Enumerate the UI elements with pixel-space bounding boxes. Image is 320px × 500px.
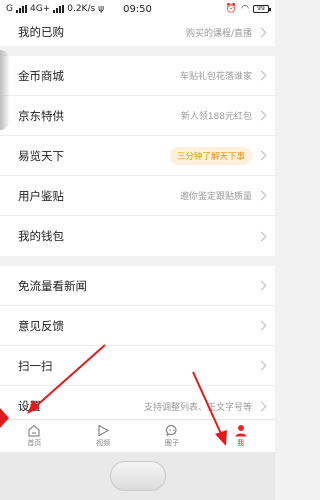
- menu-item-yilan[interactable]: 易览天下 三分钟了解天下事: [0, 136, 275, 176]
- menu-label: 免流量看新闻: [18, 278, 87, 293]
- chevron-right-icon: [256, 231, 267, 241]
- menu-label: 金币商城: [18, 68, 64, 83]
- menu-desc: 购买的课程/直播: [185, 28, 252, 39]
- system-nav-bar: [0, 452, 275, 500]
- menu-label: 我的已购: [18, 25, 64, 39]
- tab-label: 首页: [27, 439, 42, 447]
- chevron-right-icon: [256, 401, 267, 411]
- group-purchased: 我的已购 购买的课程/直播: [0, 18, 275, 46]
- chevron-right-icon: [256, 70, 267, 81]
- bottom-tab-bar: 首页 视频 圈子 我: [0, 419, 275, 452]
- tab-video[interactable]: 视频: [69, 420, 138, 452]
- tab-label: 视频: [96, 439, 111, 447]
- menu-label: 我的钱包: [18, 229, 64, 243]
- menu-label: 意见反馈: [18, 318, 64, 333]
- tab-me[interactable]: 我: [206, 420, 275, 452]
- chevron-right-icon: [256, 320, 267, 331]
- home-icon: [28, 424, 40, 437]
- edge-shade: [0, 50, 10, 130]
- status-bar: G 4G+ 0.2K/s ψ 09:50 ⏰ ◠ 99: [0, 0, 275, 18]
- menu-item-free-data[interactable]: 免流量看新闻: [0, 266, 275, 306]
- settings-list: 我的已购 购买的课程/直播 金币商城 车贴礼包花落谁家 京东特供 新人领188元…: [0, 18, 275, 426]
- chevron-right-icon: [256, 27, 267, 37]
- group-tools: 免流量看新闻 意见反馈 扫一扫 设置 支持调整列表、正文字号等: [0, 266, 275, 426]
- menu-item-wallet[interactable]: 我的钱包: [0, 216, 275, 256]
- home-key[interactable]: [109, 461, 166, 491]
- chevron-right-icon: [256, 190, 267, 201]
- chat-bubble-icon: [165, 424, 177, 437]
- tab-label: 我: [237, 439, 245, 447]
- menu-desc: 车贴礼包花落谁家: [179, 72, 252, 82]
- tab-label: 圈子: [164, 439, 179, 447]
- menu-item-feedback[interactable]: 意见反馈: [0, 306, 275, 346]
- menu-item-scan[interactable]: 扫一扫: [0, 346, 275, 386]
- chevron-right-icon: [256, 150, 267, 161]
- menu-item-purchased[interactable]: 我的已购 购买的课程/直播: [0, 18, 275, 46]
- promo-badge: 三分钟了解天下事: [169, 146, 252, 165]
- divider: [0, 256, 275, 266]
- menu-label: 易览天下: [18, 148, 64, 163]
- menu-desc: 支持调整列表、正文字号等: [143, 402, 252, 413]
- battery-icon: 99: [253, 5, 271, 13]
- user-icon: [235, 425, 247, 437]
- menu-desc: 邀你鉴定跟贴质量: [179, 192, 252, 202]
- menu-item-jd-special[interactable]: 京东特供 新人领188元红包: [0, 96, 275, 136]
- menu-label: 用户鉴贴: [18, 188, 64, 203]
- play-icon: [98, 424, 109, 437]
- divider: [0, 46, 275, 56]
- tab-home[interactable]: 首页: [0, 420, 69, 452]
- menu-label: 扫一扫: [18, 358, 53, 373]
- menu-label: 京东特供: [18, 108, 64, 123]
- menu-item-gold-mall[interactable]: 金币商城 车贴礼包花落谁家: [0, 56, 275, 96]
- tab-circle[interactable]: 圈子: [138, 420, 207, 452]
- group-services: 金币商城 车贴礼包花落谁家 京东特供 新人领188元红包 易览天下 三分钟了解天…: [0, 56, 275, 256]
- chevron-right-icon: [256, 280, 267, 291]
- clock: 09:50: [123, 3, 152, 15]
- menu-desc: 新人领188元红包: [180, 112, 252, 122]
- chevron-right-icon: [256, 110, 267, 121]
- chevron-right-icon: [256, 360, 267, 371]
- menu-label: 设置: [18, 399, 41, 413]
- menu-item-user-review[interactable]: 用户鉴贴 邀你鉴定跟贴质量: [0, 176, 275, 216]
